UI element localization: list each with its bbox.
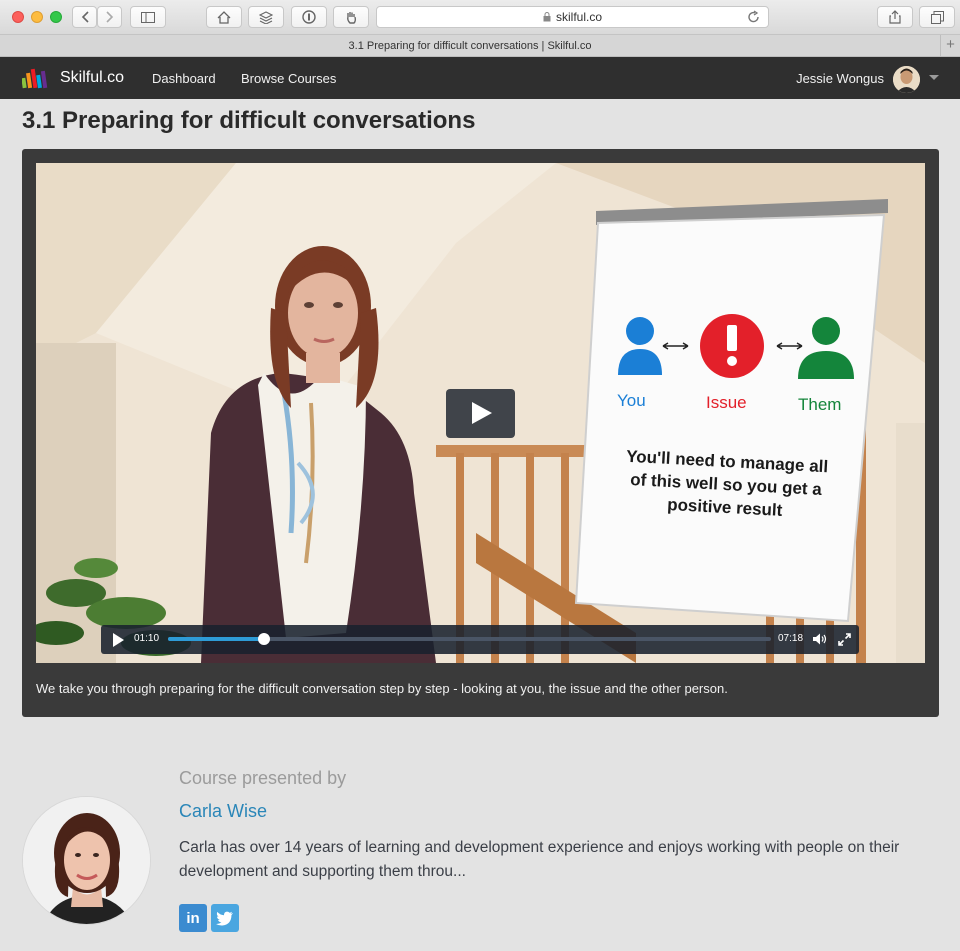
user-avatar[interactable] [893, 66, 920, 93]
duration: 07:18 [778, 633, 804, 644]
home-button[interactable] [206, 6, 242, 28]
hand-button[interactable] [333, 6, 369, 28]
reload-icon[interactable] [747, 10, 760, 24]
chevron-left-icon [81, 11, 89, 23]
password-button[interactable] [291, 6, 327, 28]
page-title: 3.1 Preparing for difficult conversation… [22, 107, 476, 134]
back-button[interactable] [72, 6, 97, 28]
volume-icon[interactable] [812, 632, 828, 646]
sidebar-icon [141, 11, 155, 23]
play-button[interactable] [446, 389, 515, 438]
chevron-right-icon [105, 11, 113, 23]
nav-browse-courses-link[interactable]: Browse Courses [241, 71, 336, 86]
layers-icon [259, 10, 273, 24]
twitter-button[interactable] [211, 904, 239, 932]
minimize-window-button[interactable] [31, 11, 43, 23]
skilful-logo-icon[interactable] [22, 66, 54, 90]
forward-button[interactable] [97, 6, 122, 28]
current-time: 01:10 [134, 633, 160, 644]
site-navbar: Skilful.co Dashboard Browse Courses Jess… [0, 57, 960, 99]
address-bar[interactable]: skilful.co [376, 6, 769, 28]
play-icon[interactable] [113, 633, 124, 647]
presenter-portrait-image [23, 797, 150, 924]
chevron-down-icon[interactable] [929, 75, 939, 80]
user-name[interactable]: Jessie Wongus [796, 71, 884, 86]
close-window-button[interactable] [12, 11, 24, 23]
presented-by-heading: Course presented by [179, 768, 347, 788]
tabs-icon [930, 10, 944, 24]
info-circle-icon [302, 10, 316, 24]
flipchart-issue-label: Issue [706, 393, 747, 412]
share-button[interactable] [877, 6, 913, 28]
tab-current[interactable]: 3.1 Preparing for difficult conversation… [0, 35, 940, 57]
flipchart-them-label: Them [798, 395, 842, 414]
lock-icon [543, 12, 551, 22]
browser-titlebar: skilful.co [0, 0, 960, 35]
linkedin-button[interactable]: in [179, 904, 207, 932]
user-avatar-image [893, 66, 920, 93]
flipchart-text: You'll need to manage all of this well s… [599, 444, 852, 526]
fullscreen-icon[interactable] [838, 633, 851, 646]
url-text: skilful.co [555, 10, 602, 24]
brand-name[interactable]: Skilful.co [60, 69, 124, 87]
zoom-window-button[interactable] [50, 11, 62, 23]
flipchart-you-label: You [617, 391, 646, 410]
new-tab-button[interactable]: + [940, 35, 960, 57]
layers-button[interactable] [248, 6, 284, 28]
hand-icon [347, 11, 357, 24]
nav-dashboard-link[interactable]: Dashboard [152, 71, 216, 86]
tabs-overview-button[interactable] [919, 6, 955, 28]
presenter-bio: Carla has over 14 years of learning and … [179, 839, 900, 880]
presenter-name-link[interactable]: Carla Wise [179, 801, 267, 822]
twitter-icon [216, 911, 233, 926]
home-icon [217, 10, 231, 24]
tab-bar: 3.1 Preparing for difficult conversation… [0, 35, 960, 57]
progress-fill [168, 637, 265, 641]
presenter-photo [22, 796, 151, 925]
linkedin-icon: in [186, 909, 200, 927]
share-icon [889, 10, 901, 24]
sidebar-toggle-button[interactable] [130, 6, 166, 28]
video-caption: We take you through preparing for the di… [36, 681, 728, 696]
